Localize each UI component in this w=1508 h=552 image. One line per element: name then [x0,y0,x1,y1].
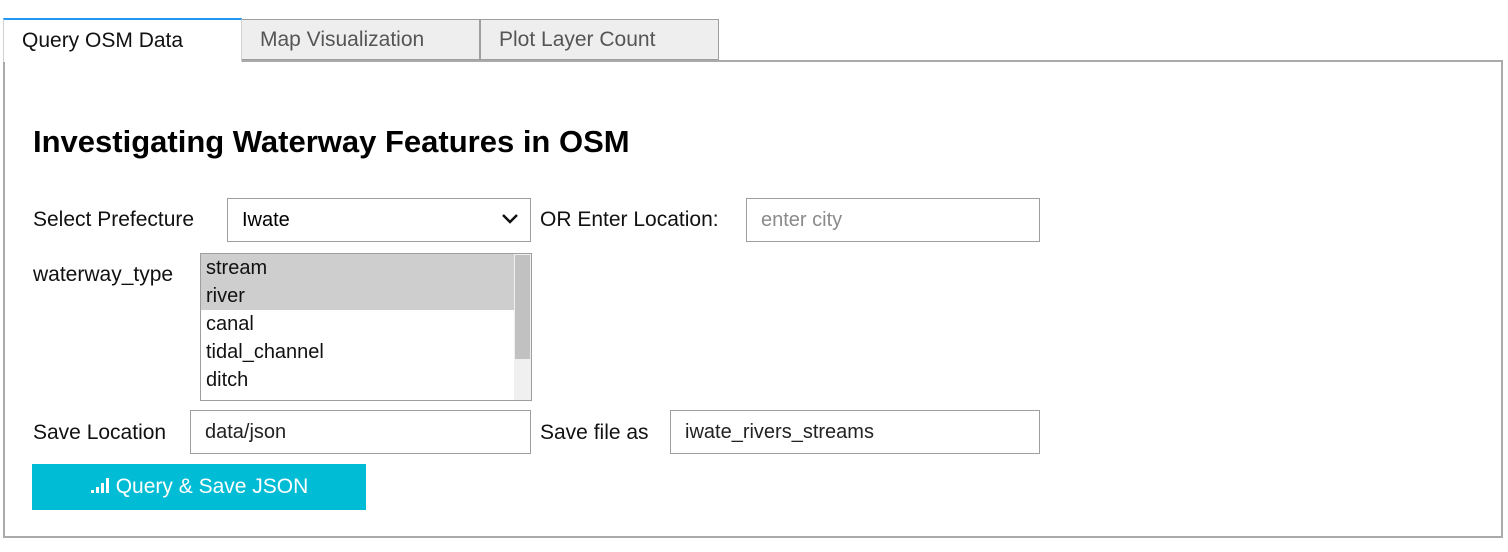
chevron-down-icon [502,214,518,224]
prefecture-selected-value: Iwate [242,209,290,231]
tab-query-osm-data[interactable]: Query OSM Data [3,18,242,62]
waterway-type-label: waterway_type [33,263,174,286]
waterway-type-listbox[interactable]: stream river canal tidal_channel ditch [200,253,532,401]
tab-map-visualization[interactable]: Map Visualization [241,19,480,60]
location-input[interactable] [746,198,1040,242]
query-save-json-button[interactable]: Query & Save JSON [32,464,366,510]
option-stream[interactable]: stream [201,254,531,282]
option-river[interactable]: river [201,282,531,310]
tab-plot-layer-count[interactable]: Plot Layer Count [480,19,719,60]
option-ditch[interactable]: ditch [201,366,531,394]
option-tidal-channel[interactable]: tidal_channel [201,338,531,366]
location-label: OR Enter Location: [540,208,719,231]
option-canal[interactable]: canal [201,310,531,338]
tab-label: Plot Layer Count [499,28,656,51]
save-location-input[interactable] [190,410,531,454]
tab-label: Map Visualization [260,28,425,51]
signal-bars-icon [90,478,109,494]
save-file-label: Save file as [540,421,649,444]
listbox-scrollbar[interactable] [514,254,531,400]
tab-label: Query OSM Data [22,29,184,52]
prefecture-select[interactable]: Iwate [227,198,531,242]
scrollbar-thumb[interactable] [515,255,530,359]
save-location-label: Save Location [33,421,167,444]
prefecture-label: Select Prefecture [33,208,195,231]
save-file-input[interactable] [670,410,1040,454]
button-label: Query & Save JSON [115,475,309,498]
page-title: Investigating Waterway Features in OSM [33,124,630,159]
